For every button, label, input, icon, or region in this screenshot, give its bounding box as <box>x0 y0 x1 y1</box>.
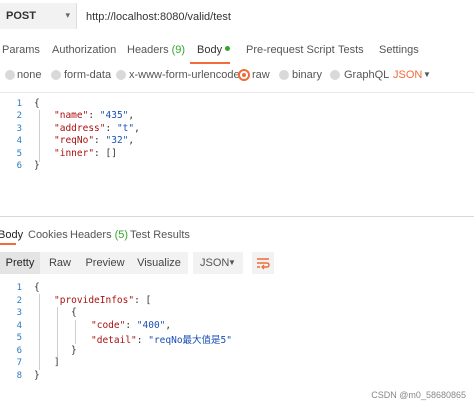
response-body-viewer[interactable]: 1 2 3 4 5 6 7 8 { "provideInfos": [ { "c… <box>0 280 474 390</box>
line-number: 3 <box>16 308 22 318</box>
line-number: 5 <box>16 149 22 159</box>
view-raw-button[interactable]: Raw <box>40 252 80 274</box>
line-number: 3 <box>16 124 22 134</box>
tab-pre-request-script[interactable]: Pre-request Script <box>246 44 335 56</box>
code-line: "reqNo": "32", <box>54 135 135 146</box>
wrap-lines-button[interactable] <box>252 252 274 274</box>
radio-label-raw[interactable]: raw <box>252 69 270 81</box>
radio-binary[interactable] <box>279 70 289 80</box>
code-line: { <box>71 307 77 318</box>
radio-label-graphql[interactable]: GraphQL <box>344 69 389 81</box>
line-number: 1 <box>16 99 22 109</box>
active-tab-indicator <box>190 62 230 64</box>
url-input[interactable]: http://localhost:8080/valid/test <box>86 11 231 23</box>
modified-dot-icon <box>225 46 231 51</box>
fold-guide <box>39 294 40 370</box>
view-pretty-button[interactable]: Pretty <box>0 252 40 274</box>
chevron-down-icon: ▼ <box>228 258 236 267</box>
radio-label-none[interactable]: none <box>17 69 41 81</box>
response-tab-test-results[interactable]: Test Results <box>130 229 190 241</box>
tab-tests[interactable]: Tests <box>338 44 364 56</box>
chevron-down-icon: ▾ <box>65 10 70 20</box>
radio-urlencoded[interactable] <box>116 70 126 80</box>
watermark: CSDN @m0_58680865 <box>371 390 466 400</box>
line-number: 2 <box>16 296 22 306</box>
line-number: 2 <box>16 111 22 121</box>
response-tab-body[interactable]: Body <box>0 229 23 241</box>
line-number: 1 <box>16 283 22 293</box>
code-line: { <box>34 282 40 293</box>
code-line: "detail": "reqNo最大值是5" <box>91 335 232 346</box>
code-line: "address": "t", <box>54 123 140 134</box>
code-line: "provideInfos": [ <box>54 295 152 306</box>
radio-label-form-data[interactable]: form-data <box>64 69 111 81</box>
radio-label-binary[interactable]: binary <box>292 69 322 81</box>
code-line: } <box>71 345 77 356</box>
code-line: ] <box>54 357 60 368</box>
tab-authorization[interactable]: Authorization <box>52 44 116 56</box>
code-line: { <box>34 98 40 109</box>
line-number: 5 <box>16 333 22 343</box>
request-bar: POST ▾ http://localhost:8080/valid/test <box>0 0 474 34</box>
response-format-select[interactable]: JSON ▼ <box>193 252 243 274</box>
line-number: 4 <box>16 321 22 331</box>
response-tab-headers[interactable]: Headers (5) <box>70 229 128 241</box>
response-format-label: JSON <box>200 257 230 269</box>
fold-guide <box>75 320 76 344</box>
code-line: } <box>34 160 40 171</box>
line-number: 6 <box>16 346 22 356</box>
line-number: 8 <box>16 371 22 381</box>
request-body-editor[interactable]: 1 2 3 4 5 6 { "name": "435", "address": … <box>0 92 474 217</box>
code-line: "name": "435", <box>54 110 135 121</box>
chevron-down-icon[interactable]: ▼ <box>423 70 431 79</box>
radio-none[interactable] <box>5 70 15 80</box>
line-number: 4 <box>16 136 22 146</box>
wrap-lines-icon <box>257 258 270 270</box>
tab-params[interactable]: Params <box>2 44 40 56</box>
response-tab-cookies[interactable]: Cookies <box>28 229 68 241</box>
fold-guide <box>57 307 58 357</box>
tab-body[interactable]: Body <box>197 44 231 56</box>
tab-settings[interactable]: Settings <box>379 44 419 56</box>
active-response-tab-indicator <box>0 243 16 245</box>
line-number: 6 <box>16 161 22 171</box>
method-label: POST <box>6 10 36 22</box>
code-line: "code": "400", <box>91 320 172 331</box>
radio-form-data[interactable] <box>51 70 61 80</box>
fold-guide <box>39 110 40 162</box>
pane-divider[interactable] <box>0 216 474 217</box>
view-preview-button[interactable]: Preview <box>80 252 130 274</box>
raw-format-select[interactable]: JSON <box>393 69 422 81</box>
method-select[interactable]: POST ▾ <box>0 3 77 29</box>
tab-headers[interactable]: Headers (9) <box>127 44 185 56</box>
code-line: } <box>34 370 40 381</box>
radio-label-urlencoded[interactable]: x-www-form-urlencoded <box>129 69 246 81</box>
view-visualize-button[interactable]: Visualize <box>130 252 188 274</box>
radio-raw[interactable] <box>238 69 250 81</box>
radio-graphql[interactable] <box>330 70 340 80</box>
line-number: 7 <box>16 358 22 368</box>
request-tabs: Params Authorization Headers (9) Body Pr… <box>0 36 474 64</box>
code-line: "inner": [] <box>54 148 117 159</box>
